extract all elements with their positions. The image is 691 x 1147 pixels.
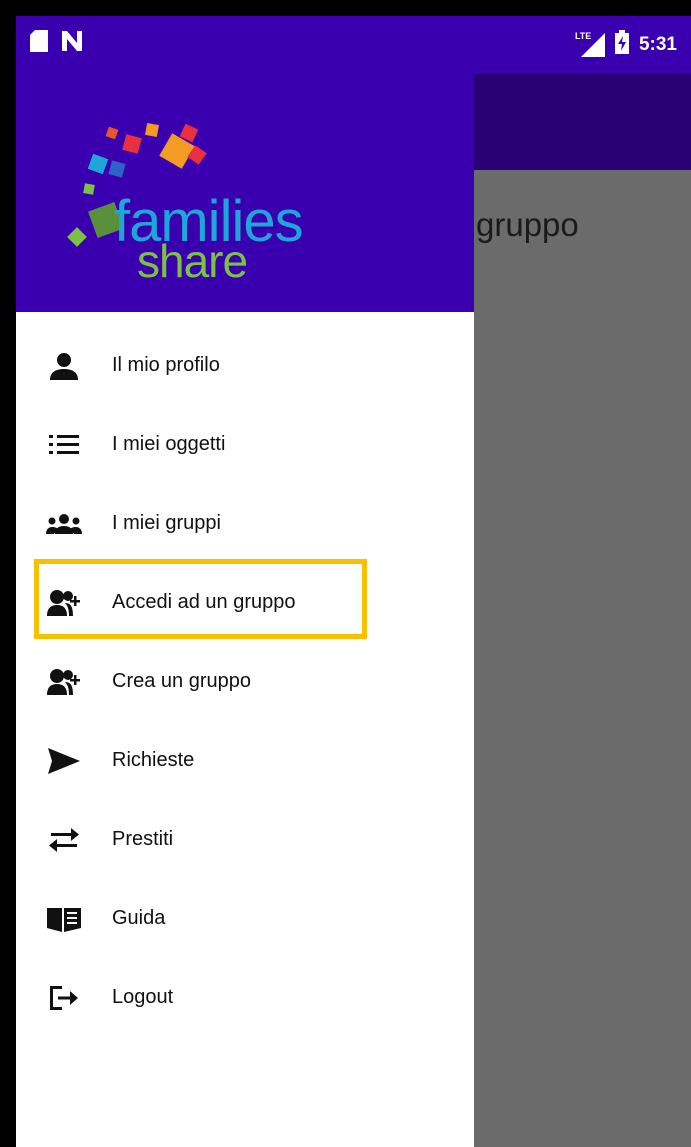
phone-screen: LTE 5:31 gruppo families share Il mio pr… [16, 16, 691, 1147]
menu-item-label: Crea un gruppo [112, 670, 251, 692]
main-page-title: gruppo [476, 206, 579, 243]
status-bar: LTE 5:31 [16, 16, 691, 74]
sd-card-icon [30, 30, 48, 57]
menu-item-logout[interactable]: Logout [16, 958, 474, 1037]
menu-item-crea-gruppo[interactable]: Crea un gruppo [16, 642, 474, 721]
menu-item-gruppi[interactable]: I miei gruppi [16, 484, 474, 563]
clock: 5:31 [638, 34, 677, 55]
group-icon [46, 506, 82, 542]
menu-item-label: Guida [112, 907, 166, 929]
menu-item-label: Logout [112, 986, 174, 1008]
menu-item-accedi-gruppo[interactable]: Accedi ad un gruppo [16, 559, 474, 642]
menu-item-label: I miei oggetti [112, 433, 226, 455]
battery-charging-icon [614, 30, 629, 60]
person-icon [46, 348, 82, 384]
navigation-drawer: families share Il mio profilo I miei ogg… [16, 16, 474, 1147]
families-share-logo: families share [52, 122, 312, 292]
book-icon [46, 901, 82, 937]
menu-item-label: Richieste [112, 749, 195, 771]
drawer-menu: Il mio profilo I miei oggetti I miei gru… [16, 326, 474, 1037]
swap-icon [46, 822, 82, 858]
person-add-icon [46, 664, 82, 700]
menu-item-richieste[interactable]: Richieste [16, 721, 474, 800]
menu-item-prestiti[interactable]: Prestiti [16, 800, 474, 879]
n-notification-icon [62, 31, 82, 56]
menu-item-guida[interactable]: Guida [16, 879, 474, 958]
person-add-icon [46, 585, 82, 621]
network-label: LTE [574, 31, 592, 41]
menu-item-label: Il mio profilo [112, 354, 220, 376]
list-icon [46, 427, 82, 463]
signal-icon: LTE [574, 31, 605, 57]
menu-item-label: Accedi ad un gruppo [112, 591, 296, 613]
logout-icon [46, 980, 82, 1016]
menu-item-oggetti[interactable]: I miei oggetti [16, 405, 474, 484]
menu-item-profilo[interactable]: Il mio profilo [16, 326, 474, 405]
menu-item-label: I miei gruppi [112, 512, 221, 534]
menu-item-label: Prestiti [112, 828, 174, 850]
send-icon [46, 743, 82, 779]
logo-text-share: share [137, 235, 248, 287]
